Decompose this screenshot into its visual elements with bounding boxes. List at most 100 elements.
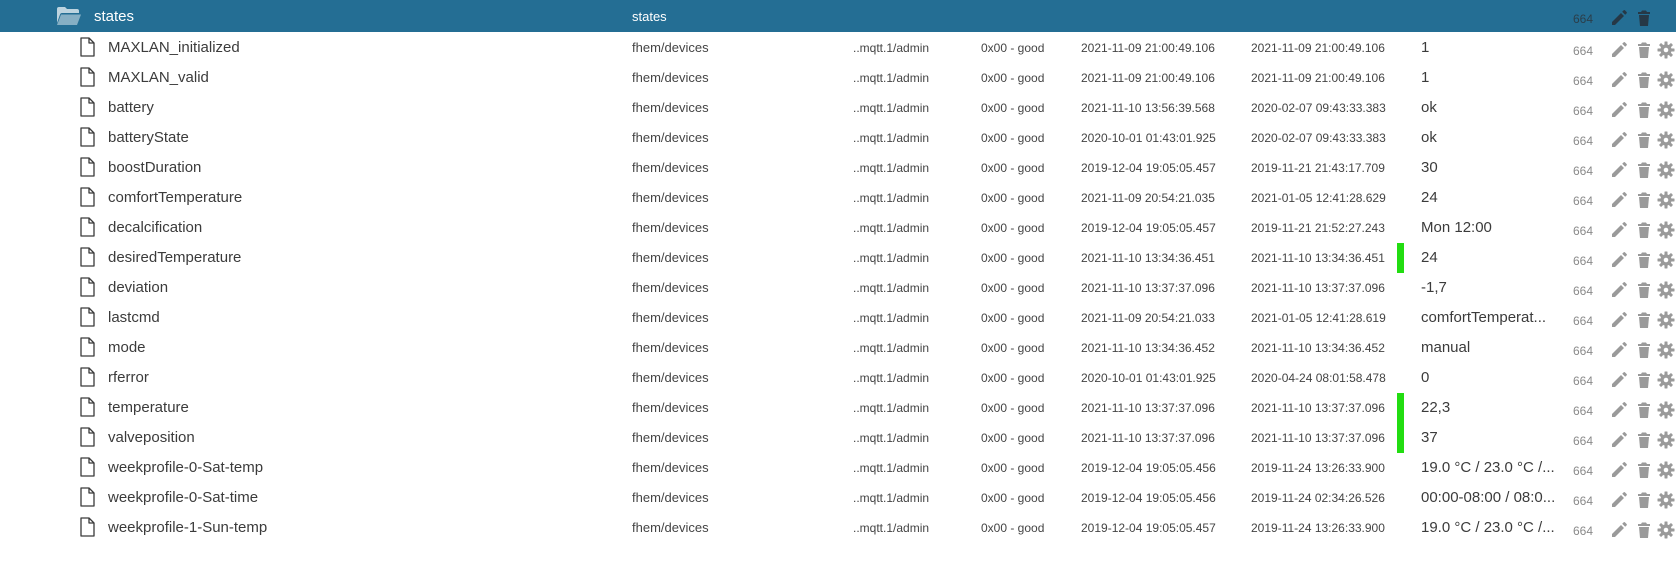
trash-icon[interactable] bbox=[1635, 461, 1653, 479]
pencil-icon[interactable] bbox=[1610, 461, 1628, 479]
gear-icon[interactable] bbox=[1657, 101, 1675, 119]
file-icon bbox=[80, 37, 95, 57]
state-value[interactable]: 0 bbox=[1421, 369, 1561, 386]
trash-icon[interactable] bbox=[1635, 131, 1653, 149]
gear-icon[interactable] bbox=[1657, 491, 1675, 509]
state-row[interactable]: lastcmd fhem/devices ..mqtt.1/admin 0x00… bbox=[0, 302, 1676, 334]
gear-icon[interactable] bbox=[1657, 281, 1675, 299]
state-value[interactable]: 24 bbox=[1421, 189, 1561, 206]
pencil-icon[interactable] bbox=[1610, 311, 1628, 329]
pencil-icon[interactable] bbox=[1610, 371, 1628, 389]
gear-icon[interactable] bbox=[1657, 371, 1675, 389]
trash-icon[interactable] bbox=[1635, 251, 1653, 269]
trash-icon[interactable] bbox=[1635, 281, 1653, 299]
gear-icon[interactable] bbox=[1657, 251, 1675, 269]
gear-icon[interactable] bbox=[1657, 161, 1675, 179]
pencil-icon[interactable] bbox=[1610, 491, 1628, 509]
state-row[interactable]: boostDuration fhem/devices ..mqtt.1/admi… bbox=[0, 152, 1676, 184]
pencil-icon[interactable] bbox=[1610, 71, 1628, 89]
trash-icon[interactable] bbox=[1635, 9, 1653, 27]
trash-icon[interactable] bbox=[1635, 71, 1653, 89]
gear-icon[interactable] bbox=[1657, 431, 1675, 449]
state-value[interactable]: 00:00-08:00 / 08:0... bbox=[1421, 489, 1561, 506]
state-row[interactable]: MAXLAN_initialized fhem/devices ..mqtt.1… bbox=[0, 32, 1676, 64]
state-value[interactable]: Mon 12:00 bbox=[1421, 219, 1561, 236]
gear-icon[interactable] bbox=[1657, 461, 1675, 479]
state-value[interactable]: 22,3 bbox=[1421, 399, 1561, 416]
gear-icon[interactable] bbox=[1657, 191, 1675, 209]
trash-icon[interactable] bbox=[1635, 161, 1653, 179]
state-from: ..mqtt.1/admin bbox=[853, 341, 930, 355]
pencil-icon[interactable] bbox=[1610, 281, 1628, 299]
pencil-icon[interactable] bbox=[1610, 431, 1628, 449]
state-value[interactable]: 24 bbox=[1421, 249, 1561, 266]
state-row[interactable]: mode fhem/devices ..mqtt.1/admin 0x00 - … bbox=[0, 332, 1676, 364]
pencil-icon[interactable] bbox=[1610, 221, 1628, 239]
state-role: fhem/devices bbox=[632, 430, 709, 445]
state-value[interactable]: 19.0 °C / 23.0 °C /... bbox=[1421, 459, 1561, 476]
pencil-icon[interactable] bbox=[1610, 521, 1628, 539]
state-value[interactable]: manual bbox=[1421, 339, 1561, 356]
gear-icon[interactable] bbox=[1657, 71, 1675, 89]
trash-icon[interactable] bbox=[1635, 191, 1653, 209]
state-timestamp: 2021-11-10 13:34:36.452 bbox=[1081, 341, 1215, 355]
gear-icon[interactable] bbox=[1657, 311, 1675, 329]
state-name: weekprofile-0-Sat-temp bbox=[108, 459, 264, 476]
trash-icon[interactable] bbox=[1635, 401, 1653, 419]
pencil-icon[interactable] bbox=[1610, 341, 1628, 359]
state-row[interactable]: rferror fhem/devices ..mqtt.1/admin 0x00… bbox=[0, 362, 1676, 394]
trash-icon[interactable] bbox=[1635, 431, 1653, 449]
trash-icon[interactable] bbox=[1635, 491, 1653, 509]
state-row[interactable]: weekprofile-0-Sat-temp fhem/devices ..mq… bbox=[0, 452, 1676, 484]
trash-icon[interactable] bbox=[1635, 41, 1653, 59]
state-row[interactable]: MAXLAN_valid fhem/devices ..mqtt.1/admin… bbox=[0, 62, 1676, 94]
trash-icon[interactable] bbox=[1635, 101, 1653, 119]
state-row[interactable]: desiredTemperature fhem/devices ..mqtt.1… bbox=[0, 242, 1676, 274]
pencil-icon[interactable] bbox=[1610, 191, 1628, 209]
folder-row-states[interactable]: states states 664 bbox=[0, 0, 1676, 32]
pencil-icon[interactable] bbox=[1610, 41, 1628, 59]
state-value[interactable]: 19.0 °C / 23.0 °C /... bbox=[1421, 519, 1561, 536]
state-row[interactable]: comfortTemperature fhem/devices ..mqtt.1… bbox=[0, 182, 1676, 214]
gear-icon[interactable] bbox=[1657, 521, 1675, 539]
state-value[interactable]: 37 bbox=[1421, 429, 1561, 446]
pencil-icon[interactable] bbox=[1610, 101, 1628, 119]
state-row[interactable]: weekprofile-0-Sat-time fhem/devices ..mq… bbox=[0, 482, 1676, 514]
trash-icon[interactable] bbox=[1635, 341, 1653, 359]
file-icon bbox=[80, 217, 95, 237]
pencil-icon[interactable] bbox=[1610, 251, 1628, 269]
state-value[interactable]: 30 bbox=[1421, 159, 1561, 176]
state-row[interactable]: battery fhem/devices ..mqtt.1/admin 0x00… bbox=[0, 92, 1676, 124]
state-value[interactable]: ok bbox=[1421, 99, 1561, 116]
state-value[interactable]: comfortTemperat... bbox=[1421, 309, 1561, 326]
trash-icon[interactable] bbox=[1635, 371, 1653, 389]
state-timestamp: 2021-11-10 13:37:37.096 bbox=[1081, 401, 1215, 415]
pencil-icon[interactable] bbox=[1610, 131, 1628, 149]
state-row[interactable]: temperature fhem/devices ..mqtt.1/admin … bbox=[0, 392, 1676, 424]
gear-icon[interactable] bbox=[1657, 41, 1675, 59]
state-row[interactable]: weekprofile-1-Sun-temp fhem/devices ..mq… bbox=[0, 512, 1676, 544]
state-value[interactable]: 1 bbox=[1421, 39, 1561, 56]
pencil-icon[interactable] bbox=[1610, 9, 1628, 27]
state-value[interactable]: -1,7 bbox=[1421, 279, 1561, 296]
pencil-icon[interactable] bbox=[1610, 401, 1628, 419]
trash-icon[interactable] bbox=[1635, 521, 1653, 539]
file-icon bbox=[80, 337, 95, 357]
trash-icon[interactable] bbox=[1635, 221, 1653, 239]
state-row[interactable]: deviation fhem/devices ..mqtt.1/admin 0x… bbox=[0, 272, 1676, 304]
state-value[interactable]: 1 bbox=[1421, 69, 1561, 86]
state-value[interactable]: ok bbox=[1421, 129, 1561, 146]
gear-icon[interactable] bbox=[1657, 131, 1675, 149]
state-row[interactable]: batteryState fhem/devices ..mqtt.1/admin… bbox=[0, 122, 1676, 154]
file-icon bbox=[80, 517, 95, 537]
state-row[interactable]: valveposition fhem/devices ..mqtt.1/admi… bbox=[0, 422, 1676, 454]
trash-icon[interactable] bbox=[1635, 311, 1653, 329]
pencil-icon[interactable] bbox=[1610, 161, 1628, 179]
gear-icon[interactable] bbox=[1657, 221, 1675, 239]
state-row[interactable]: decalcification fhem/devices ..mqtt.1/ad… bbox=[0, 212, 1676, 244]
file-icon bbox=[80, 367, 95, 387]
file-icon bbox=[80, 307, 95, 327]
state-timestamp: 2019-12-04 19:05:05.456 bbox=[1081, 461, 1216, 475]
gear-icon[interactable] bbox=[1657, 401, 1675, 419]
gear-icon[interactable] bbox=[1657, 341, 1675, 359]
